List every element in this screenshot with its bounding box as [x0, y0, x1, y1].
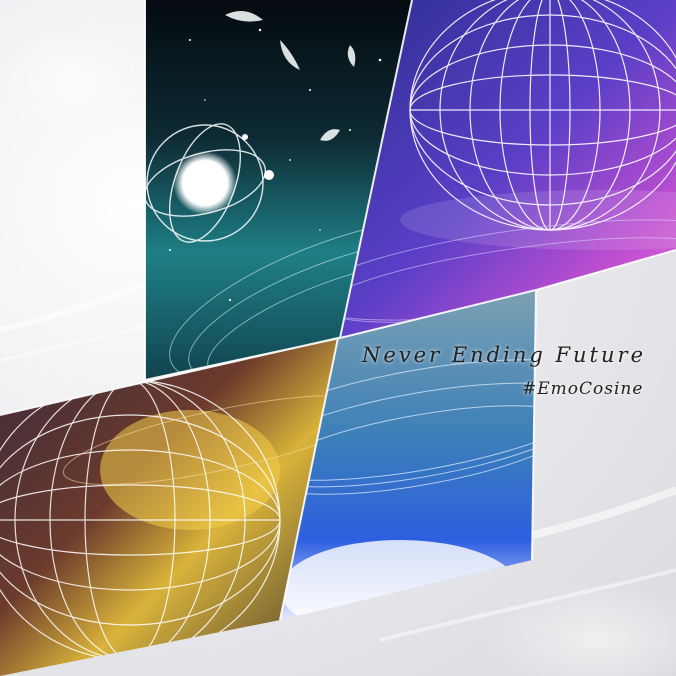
album-artwork: Never Ending Future #EmoCosine — [0, 0, 676, 676]
album-title: Never Ending Future — [362, 343, 646, 367]
album-subtitle: #EmoCosine — [522, 379, 644, 399]
artwork-canvas — [0, 0, 676, 676]
